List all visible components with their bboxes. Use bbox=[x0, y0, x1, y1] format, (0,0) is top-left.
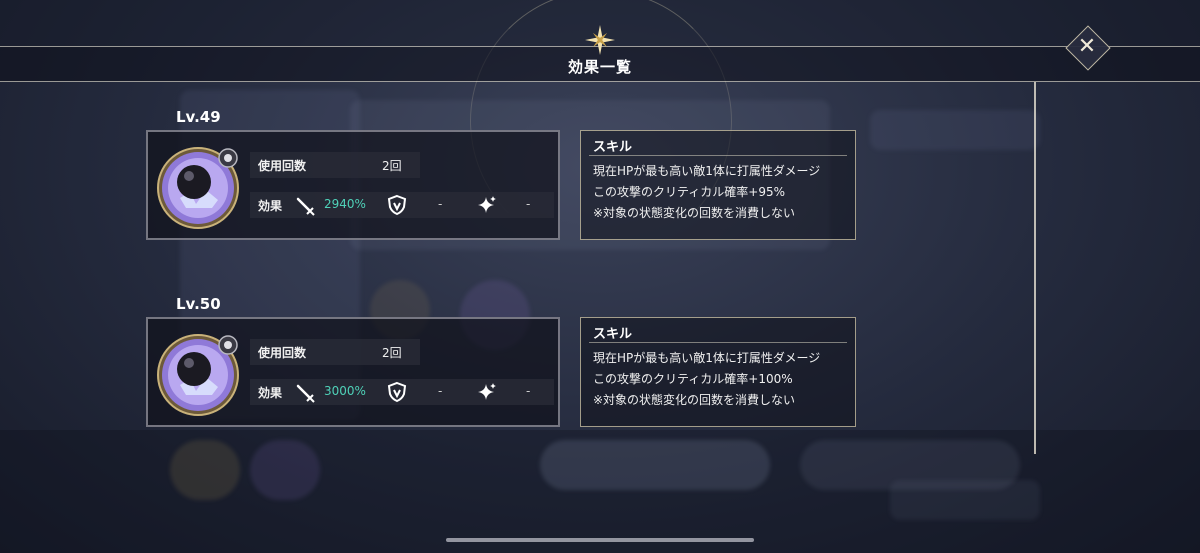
background-panel bbox=[870, 110, 1040, 150]
home-indicator[interactable] bbox=[446, 538, 754, 542]
use-count-row: 使用回数 2回 bbox=[250, 152, 420, 178]
skill-heading: スキル bbox=[593, 140, 633, 155]
skill-text-line: 現在HPが最も高い敵1体に打属性ダメージ bbox=[593, 164, 821, 178]
effect-label: 効果 bbox=[258, 199, 283, 213]
attack-percent: 2940% bbox=[324, 197, 366, 211]
background-icon bbox=[250, 440, 320, 500]
scrollbar[interactable] bbox=[1034, 82, 1036, 454]
shield-icon bbox=[387, 194, 407, 216]
skill-text-line: この攻撃のクリティカル確率+95% bbox=[593, 185, 786, 199]
level-label: Lv.49 bbox=[176, 108, 221, 126]
sword-icon bbox=[296, 197, 315, 216]
effect-row: 効果 2940% - - bbox=[250, 192, 554, 218]
effect-card: 使用回数 2回 効果 2940% - - bbox=[146, 130, 560, 240]
close-icon: ✕ bbox=[1077, 34, 1097, 59]
header-divider bbox=[0, 81, 1200, 82]
effect-row: 効果 3000% - - bbox=[250, 379, 554, 405]
use-count-label: 使用回数 bbox=[258, 346, 307, 360]
skill-text-line: この攻撃のクリティカル確率+100% bbox=[593, 372, 793, 386]
defense-value: - bbox=[438, 384, 443, 398]
effect-card: 使用回数 2回 効果 3000% - - bbox=[146, 317, 560, 427]
background-button bbox=[540, 440, 770, 490]
skill-heading: スキル bbox=[593, 327, 633, 342]
skill-orb-icon bbox=[157, 147, 239, 229]
use-count-row: 使用回数 2回 bbox=[250, 339, 420, 365]
background-icon bbox=[170, 440, 240, 500]
level-label: Lv.50 bbox=[176, 295, 221, 313]
skill-orb-icon bbox=[157, 334, 239, 416]
compass-star-icon bbox=[585, 25, 615, 55]
page-title: 効果一覧 bbox=[567, 58, 632, 76]
special-value: - bbox=[526, 197, 531, 211]
skill-text-line: ※対象の状態変化の回数を消費しない bbox=[593, 206, 796, 220]
skill-text-line: 現在HPが最も高い敵1体に打属性ダメージ bbox=[593, 351, 821, 365]
effect-label: 効果 bbox=[258, 386, 283, 400]
sword-icon bbox=[296, 384, 315, 403]
shield-icon bbox=[387, 381, 407, 403]
use-count-label: 使用回数 bbox=[258, 159, 307, 173]
skill-divider bbox=[589, 342, 847, 343]
defense-value: - bbox=[438, 197, 443, 211]
skill-text-line: ※対象の状態変化の回数を消費しない bbox=[593, 393, 796, 407]
skill-divider bbox=[589, 155, 847, 156]
sparkle-icon bbox=[478, 196, 496, 213]
use-count-value: 2回 bbox=[382, 346, 402, 360]
sparkle-icon bbox=[478, 383, 496, 400]
use-count-value: 2回 bbox=[382, 159, 402, 173]
attack-percent: 3000% bbox=[324, 384, 366, 398]
background-panel bbox=[890, 480, 1040, 520]
skill-description-box: スキル 現在HPが最も高い敵1体に打属性ダメージ この攻撃のクリティカル確率+9… bbox=[580, 130, 856, 240]
special-value: - bbox=[526, 384, 531, 398]
skill-description-box: スキル 現在HPが最も高い敵1体に打属性ダメージ この攻撃のクリティカル確率+1… bbox=[580, 317, 856, 427]
close-button[interactable]: ✕ bbox=[1065, 25, 1111, 71]
